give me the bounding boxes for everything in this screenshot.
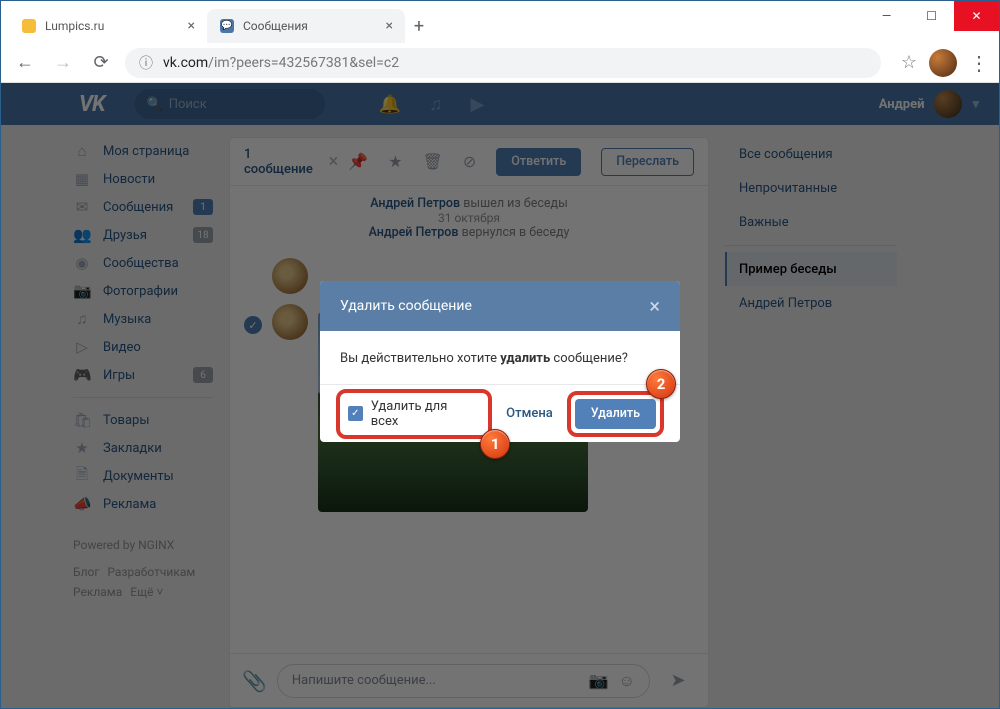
close-window-button[interactable]: ✕ xyxy=(954,1,999,31)
addrbar-right: ☆ ⋮ xyxy=(901,49,989,77)
tab-vk-messages[interactable]: 💬 Сообщения × xyxy=(207,9,405,43)
maximize-button[interactable]: ☐ xyxy=(909,1,954,31)
bookmark-star-icon[interactable]: ☆ xyxy=(901,52,917,73)
callout-1: 1 xyxy=(480,429,510,459)
modal-footer: ✓ Удалить для всех 1 Отмена Удалить 2 xyxy=(320,384,680,442)
checkbox-label: Удалить для всех xyxy=(371,399,476,429)
modal-title: Удалить сообщение xyxy=(340,298,472,314)
modal-close-icon[interactable]: × xyxy=(649,294,660,318)
vk-page: VK 🔍 Поиск 🔔 ♫ ▶ Андрей ▾ ⌂Моя страница▦… xyxy=(1,83,999,708)
cancel-button[interactable]: Отмена xyxy=(506,406,553,421)
back-button[interactable]: ← xyxy=(11,49,39,77)
delete-message-modal: Удалить сообщение × Вы действительно хот… xyxy=(320,281,680,442)
tab-title: Сообщения xyxy=(243,19,308,33)
url-path: /im?peers=432567381&sel=c2 xyxy=(208,55,399,71)
modal-body: Вы действительно хотите удалить сообщени… xyxy=(320,331,680,384)
window-controls: — ☐ ✕ xyxy=(864,1,999,31)
titlebar: Lumpics.ru × 💬 Сообщения × + — ☐ ✕ xyxy=(1,1,999,43)
new-tab-button[interactable]: + xyxy=(405,9,433,43)
tab-close-icon[interactable]: × xyxy=(188,18,195,34)
delete-for-all-checkbox[interactable]: ✓ Удалить для всех 1 xyxy=(336,389,492,439)
url-field[interactable]: ⓘ vk.com/im?peers=432567381&sel=c2 xyxy=(125,48,881,78)
tab-strip: Lumpics.ru × 💬 Сообщения × + xyxy=(1,9,433,43)
delete-button[interactable]: Удалить xyxy=(575,399,656,429)
chrome-window: Lumpics.ru × 💬 Сообщения × + — ☐ ✕ ← → ⟳… xyxy=(0,0,1000,709)
favicon-lumpics xyxy=(21,18,37,34)
modal-header: Удалить сообщение × xyxy=(320,281,680,331)
url-host: vk.com xyxy=(163,55,208,71)
reload-button[interactable]: ⟳ xyxy=(87,49,115,77)
forward-button[interactable]: → xyxy=(49,49,77,77)
profile-avatar[interactable] xyxy=(929,49,957,77)
tab-lumpics[interactable]: Lumpics.ru × xyxy=(9,9,207,43)
chrome-menu-icon[interactable]: ⋮ xyxy=(969,51,989,75)
checkbox-checked-icon: ✓ xyxy=(348,406,363,421)
minimize-button[interactable]: — xyxy=(864,1,909,31)
tab-title: Lumpics.ru xyxy=(45,19,104,33)
modal-backdrop[interactable]: Удалить сообщение × Вы действительно хот… xyxy=(1,83,999,708)
favicon-vk: 💬 xyxy=(219,18,235,34)
tab-close-icon[interactable]: × xyxy=(386,18,393,34)
site-info-icon[interactable]: ⓘ xyxy=(139,53,153,73)
address-bar: ← → ⟳ ⓘ vk.com/im?peers=432567381&sel=c2… xyxy=(1,43,999,83)
delete-button-highlight: Удалить 2 xyxy=(567,391,664,437)
callout-2: 2 xyxy=(646,369,676,399)
